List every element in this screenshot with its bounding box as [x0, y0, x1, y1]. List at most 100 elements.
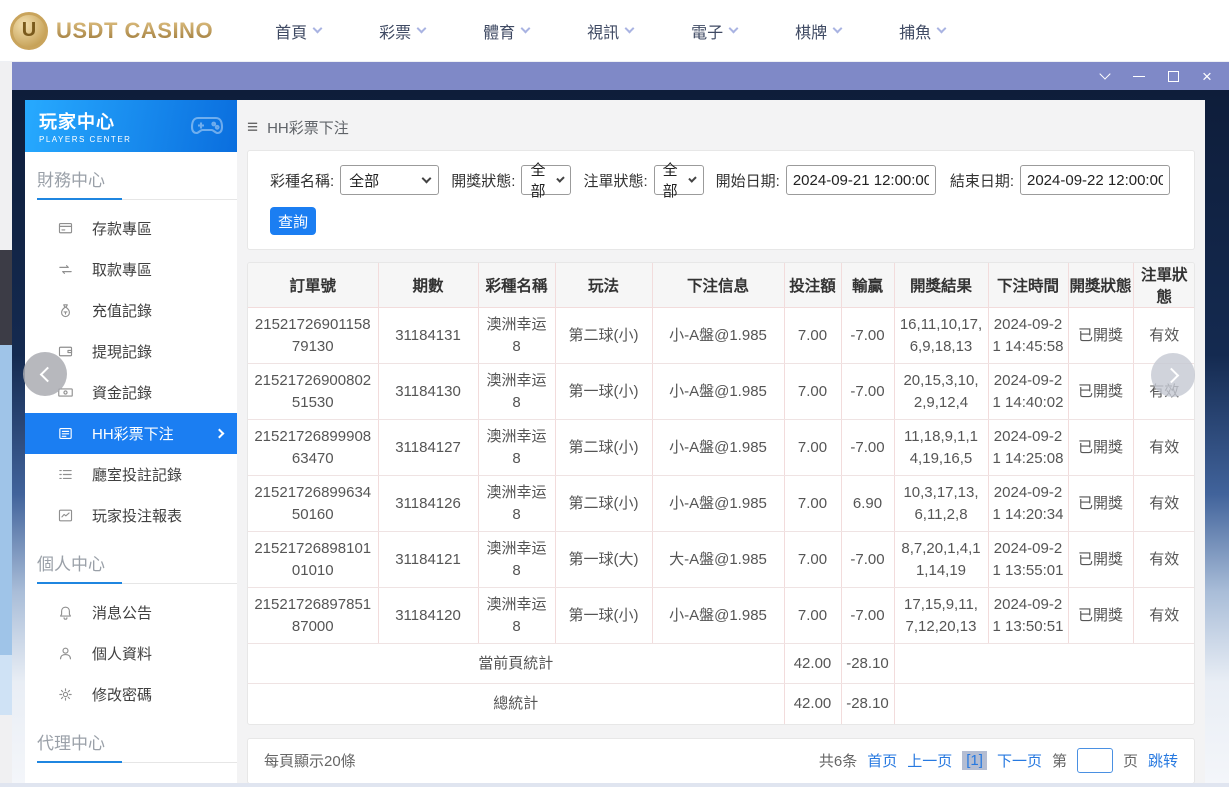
- nav-item-lottery[interactable]: 彩票: [379, 19, 427, 43]
- jump-suffix-label: 页: [1122, 753, 1138, 770]
- order-status-select[interactable]: 全部: [653, 162, 704, 200]
- minimize-icon[interactable]: [1131, 68, 1147, 84]
- nav-item-slots[interactable]: 電子: [691, 19, 739, 43]
- chevron-down-icon: [688, 174, 697, 183]
- sidebar-item-player-bet-report[interactable]: 玩家投注報表: [25, 495, 237, 536]
- sidebar-item-hh-lottery-bets[interactable]: HH彩票下注: [25, 413, 237, 454]
- nav-item-home[interactable]: 首頁: [275, 19, 323, 43]
- table-cell: 小-A盤@1.985: [651, 307, 784, 364]
- next-panel-button[interactable]: [1151, 353, 1195, 397]
- table-cell: 第二球(小): [554, 307, 652, 364]
- window-titlebar: ×: [12, 62, 1229, 90]
- sidebar-item-label: 消息公告: [92, 605, 153, 622]
- top-nav: U USDT CASINO 首頁 彩票 體育 視訊 電子 棋牌 捕魚: [0, 0, 1229, 62]
- sidebar-item-room-bets-record[interactable]: 廳室投註記錄: [25, 454, 237, 495]
- table-cell: 澳洲幸运8: [477, 363, 555, 420]
- section-underline: [37, 582, 237, 584]
- search-button[interactable]: 查詢: [270, 207, 316, 235]
- sidebar-item-withdraw[interactable]: 取款專區: [25, 249, 237, 290]
- jump-prefix-label: 第: [1051, 753, 1067, 770]
- col-header: 彩種名稱: [477, 263, 555, 308]
- table-row: 2152172689963450160 31184126 澳洲幸运8 第二球(小) 小-…: [248, 475, 1194, 532]
- table-cell: 7.00: [783, 363, 841, 420]
- table-cell: -7.00: [840, 307, 894, 364]
- table-cell: 澳洲幸运8: [477, 475, 555, 532]
- background-image-fragment: [0, 345, 12, 655]
- table-row: 2152172689990863470 31184127 澳洲幸运8 第二球(小) 小-…: [248, 419, 1194, 476]
- filter-panel: 彩種名稱: 全部 開獎狀態: 全部 注單狀態: 全部 開始日期: 2024-09…: [247, 150, 1195, 250]
- withdraw-icon: [57, 261, 74, 278]
- end-date-label: 結束日期:: [949, 172, 1014, 190]
- total-stats-winloss: -28.10: [840, 683, 894, 724]
- nav-item-sports[interactable]: 體育: [483, 19, 531, 43]
- table-cell: 7.00: [783, 419, 841, 476]
- total-stats-bet: 42.00: [783, 683, 841, 724]
- table-cell: 2024-09-21 14:25:08: [987, 419, 1068, 476]
- page-stats-row: 當前頁統計 42.00 -28.10: [248, 643, 1194, 684]
- chevron-down-icon: [936, 23, 947, 34]
- table-cell: 第二球(小): [554, 475, 652, 532]
- close-icon[interactable]: ×: [1199, 68, 1215, 85]
- sidebar-item-label: 取款專區: [92, 262, 153, 279]
- sidebar-item-label: 存款專區: [92, 221, 153, 238]
- maximize-icon[interactable]: [1165, 68, 1181, 84]
- nav-item-label: 電子: [691, 24, 724, 42]
- page-stats-empty: [893, 643, 1194, 684]
- table-cell: 有效: [1132, 531, 1194, 588]
- pagination-controls: 共6条 首页 上一页 [1] 下一页 第 页 跳转: [819, 748, 1178, 773]
- draw-status-select[interactable]: 全部: [521, 162, 572, 200]
- nav-item-label: 首頁: [275, 24, 308, 42]
- table-cell: 7.00: [783, 531, 841, 588]
- table-cell: 16,11,10,17,6,9,18,13: [893, 307, 988, 364]
- chevron-down-icon: [421, 173, 432, 184]
- table-cell: 2152172689963450160: [248, 475, 378, 532]
- recharge-record-icon: [57, 302, 74, 319]
- nav-item-label: 彩票: [379, 24, 412, 42]
- nav-item-video[interactable]: 視訊: [587, 19, 635, 43]
- sidebar-collapse-button[interactable]: [23, 352, 67, 396]
- sidebar-item-label: 廳室投註記錄: [92, 467, 183, 484]
- chevron-down-icon[interactable]: [1097, 68, 1113, 84]
- nav-item-fishing[interactable]: 捕魚: [899, 19, 947, 43]
- next-page-link[interactable]: 下一页: [997, 750, 1042, 771]
- col-header: 開獎狀態: [1067, 263, 1133, 308]
- table-cell: -7.00: [840, 363, 894, 420]
- end-date-input[interactable]: [1020, 165, 1170, 195]
- prev-page-link[interactable]: 上一页: [907, 750, 952, 771]
- col-header: 玩法: [554, 263, 652, 308]
- sidebar-item-change-password[interactable]: 修改密碼: [25, 674, 237, 715]
- start-date-label: 開始日期:: [715, 172, 780, 190]
- nav-items: 首頁 彩票 體育 視訊 電子 棋牌 捕魚: [275, 19, 947, 43]
- jump-button[interactable]: 跳转: [1148, 750, 1178, 771]
- sidebar-item-label: 玩家投注報表: [92, 508, 183, 525]
- start-date-input[interactable]: [785, 165, 936, 195]
- sidebar-item-recharge-record[interactable]: 充值記錄: [25, 290, 237, 331]
- table-cell: 大-A盤@1.985: [651, 531, 784, 588]
- brand-emblem-icon: U: [10, 11, 48, 50]
- sidebar-item-profile[interactable]: 個人資料: [25, 633, 237, 674]
- sidebar-section-finance: 財務中心: [25, 166, 237, 200]
- table-cell: 2024-09-21 14:45:58: [987, 307, 1068, 364]
- lottery-name-select[interactable]: 全部: [340, 165, 440, 195]
- sidebar: 玩家中心 PLAYERS CENTER 財務中心 存款專區 取款專區 充值記錄 …: [25, 100, 237, 787]
- chevron-right-icon: [214, 428, 225, 439]
- nav-item-board-games[interactable]: 棋牌: [795, 19, 843, 43]
- total-stats-label: 總統計: [493, 694, 539, 712]
- col-header: 投注額: [783, 263, 841, 308]
- hamburger-icon[interactable]: ≡: [247, 118, 258, 137]
- brand-logo[interactable]: U USDT CASINO: [10, 11, 213, 50]
- chevron-right-icon: [1163, 367, 1179, 383]
- table-cell: 7.00: [783, 475, 841, 532]
- table-cell: 17,15,9,11,7,12,20,13: [893, 587, 988, 644]
- first-page-link[interactable]: 首页: [867, 750, 897, 771]
- table-cell: 第二球(小): [554, 419, 652, 476]
- table-row: 2152172689785187000 31184120 澳洲幸运8 第一球(小) 小-…: [248, 587, 1194, 644]
- table-cell: 2152172690080251530: [248, 363, 378, 420]
- background-image-fragment: [0, 655, 12, 715]
- table-cell: 小-A盤@1.985: [651, 363, 784, 420]
- table-cell: 第一球(小): [554, 587, 652, 644]
- section-label: 代理中心: [37, 734, 105, 753]
- sidebar-item-notices[interactable]: 消息公告: [25, 592, 237, 633]
- page-number-input[interactable]: [1076, 748, 1113, 773]
- sidebar-item-deposit[interactable]: 存款專區: [25, 208, 237, 249]
